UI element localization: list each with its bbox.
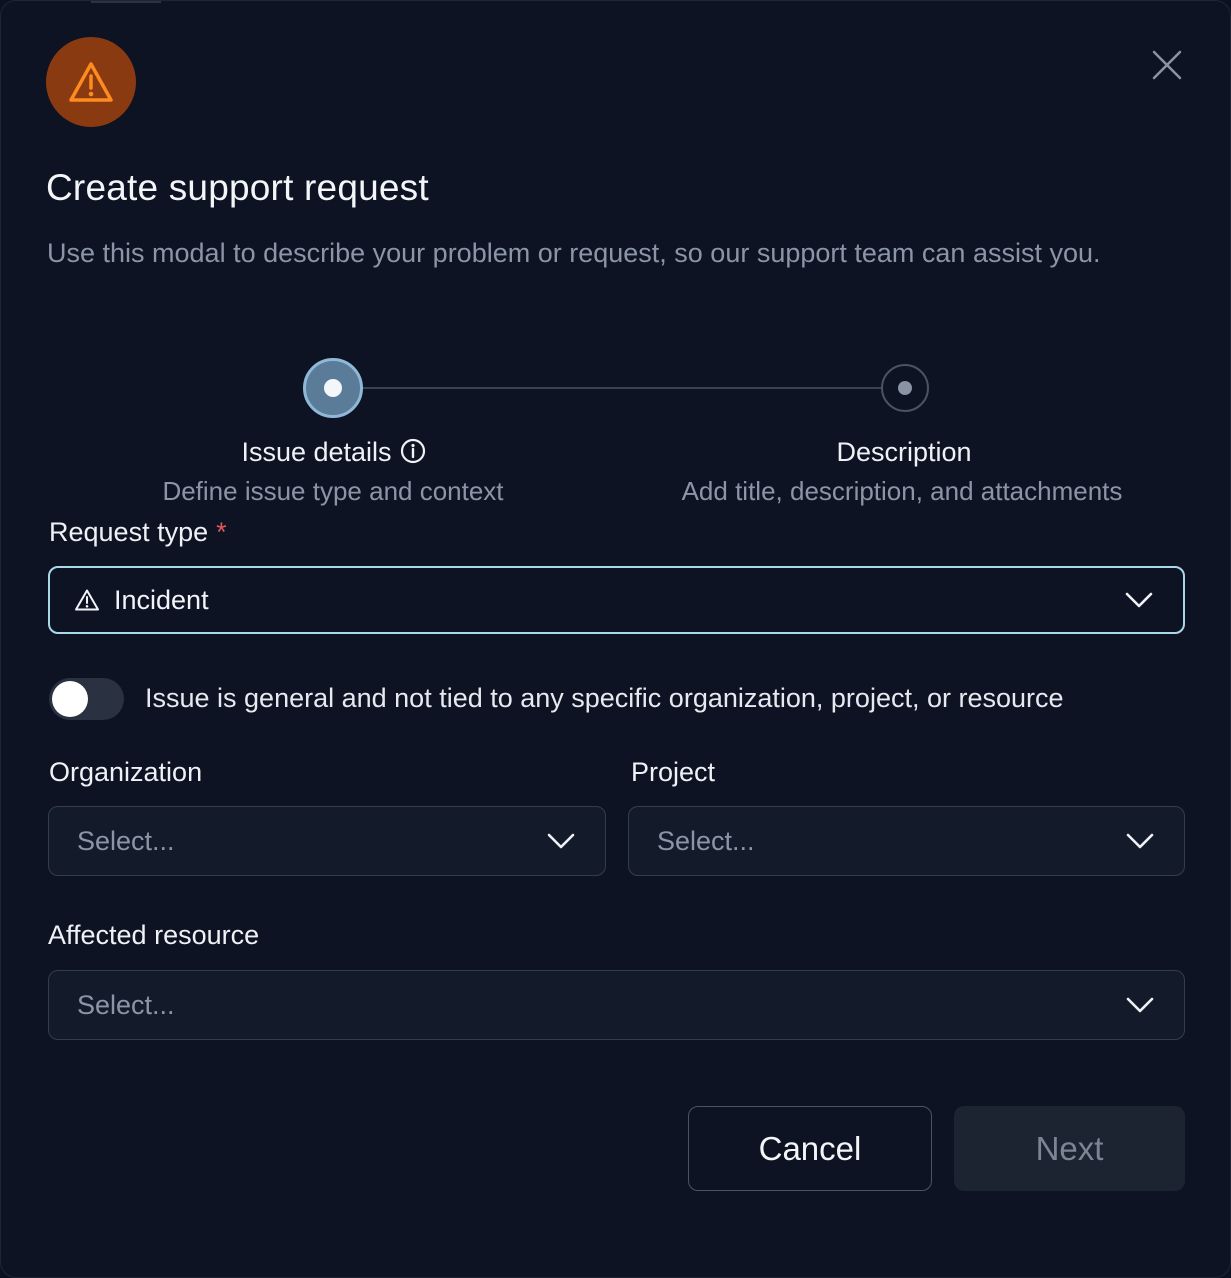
chevron-down-icon xyxy=(547,833,575,849)
organization-label: Organization xyxy=(49,757,203,787)
stepper-connector xyxy=(361,387,883,389)
project-placeholder: Select... xyxy=(657,825,755,856)
chevron-down-icon xyxy=(1126,833,1154,849)
step-2-description: Add title, description, and attachments xyxy=(681,476,1123,506)
project-select[interactable]: Select... xyxy=(628,806,1185,876)
request-type-select[interactable]: Incident xyxy=(48,566,1185,634)
request-type-value: Incident xyxy=(114,584,209,615)
step-2-dot xyxy=(898,381,912,395)
close-button[interactable] xyxy=(1147,45,1187,85)
toggle-knob xyxy=(52,681,88,717)
general-issue-toggle[interactable] xyxy=(49,678,124,720)
modal-title: Create support request xyxy=(46,167,429,208)
request-type-label: Request type * xyxy=(49,517,227,548)
step-2-indicator[interactable] xyxy=(881,364,929,412)
organization-select[interactable]: Select... xyxy=(48,806,606,876)
warning-badge xyxy=(46,37,136,127)
project-label: Project xyxy=(631,757,716,787)
step-1-description: Define issue type and context xyxy=(162,476,504,506)
top-divider xyxy=(91,1,161,3)
affected-resource-placeholder: Select... xyxy=(77,989,175,1020)
required-mark: * xyxy=(216,517,227,547)
next-button[interactable]: Next xyxy=(954,1106,1185,1191)
warning-triangle-icon xyxy=(69,62,113,102)
general-issue-label: Issue is general and not tied to any spe… xyxy=(145,683,1064,713)
support-request-modal: Create support request Use this modal to… xyxy=(0,0,1231,1278)
organization-placeholder: Select... xyxy=(77,825,175,856)
step-2-title: Description xyxy=(836,437,972,467)
step-1-title: Issue details xyxy=(181,437,486,468)
close-icon[interactable] xyxy=(1152,50,1182,80)
step-1-indicator[interactable] xyxy=(303,358,363,418)
step-1-label: Issue details xyxy=(241,437,392,467)
cancel-button[interactable]: Cancel xyxy=(688,1106,932,1191)
chevron-down-icon xyxy=(1126,997,1154,1013)
chevron-down-icon xyxy=(1125,592,1153,608)
affected-resource-select[interactable]: Select... xyxy=(48,970,1185,1040)
modal-subtitle: Use this modal to describe your problem … xyxy=(47,238,1101,268)
step-1-dot xyxy=(324,379,342,397)
warning-triangle-icon xyxy=(75,589,99,611)
info-icon[interactable] xyxy=(400,438,426,464)
request-type-label-text: Request type xyxy=(49,517,209,547)
affected-resource-label: Affected resource xyxy=(48,920,260,950)
